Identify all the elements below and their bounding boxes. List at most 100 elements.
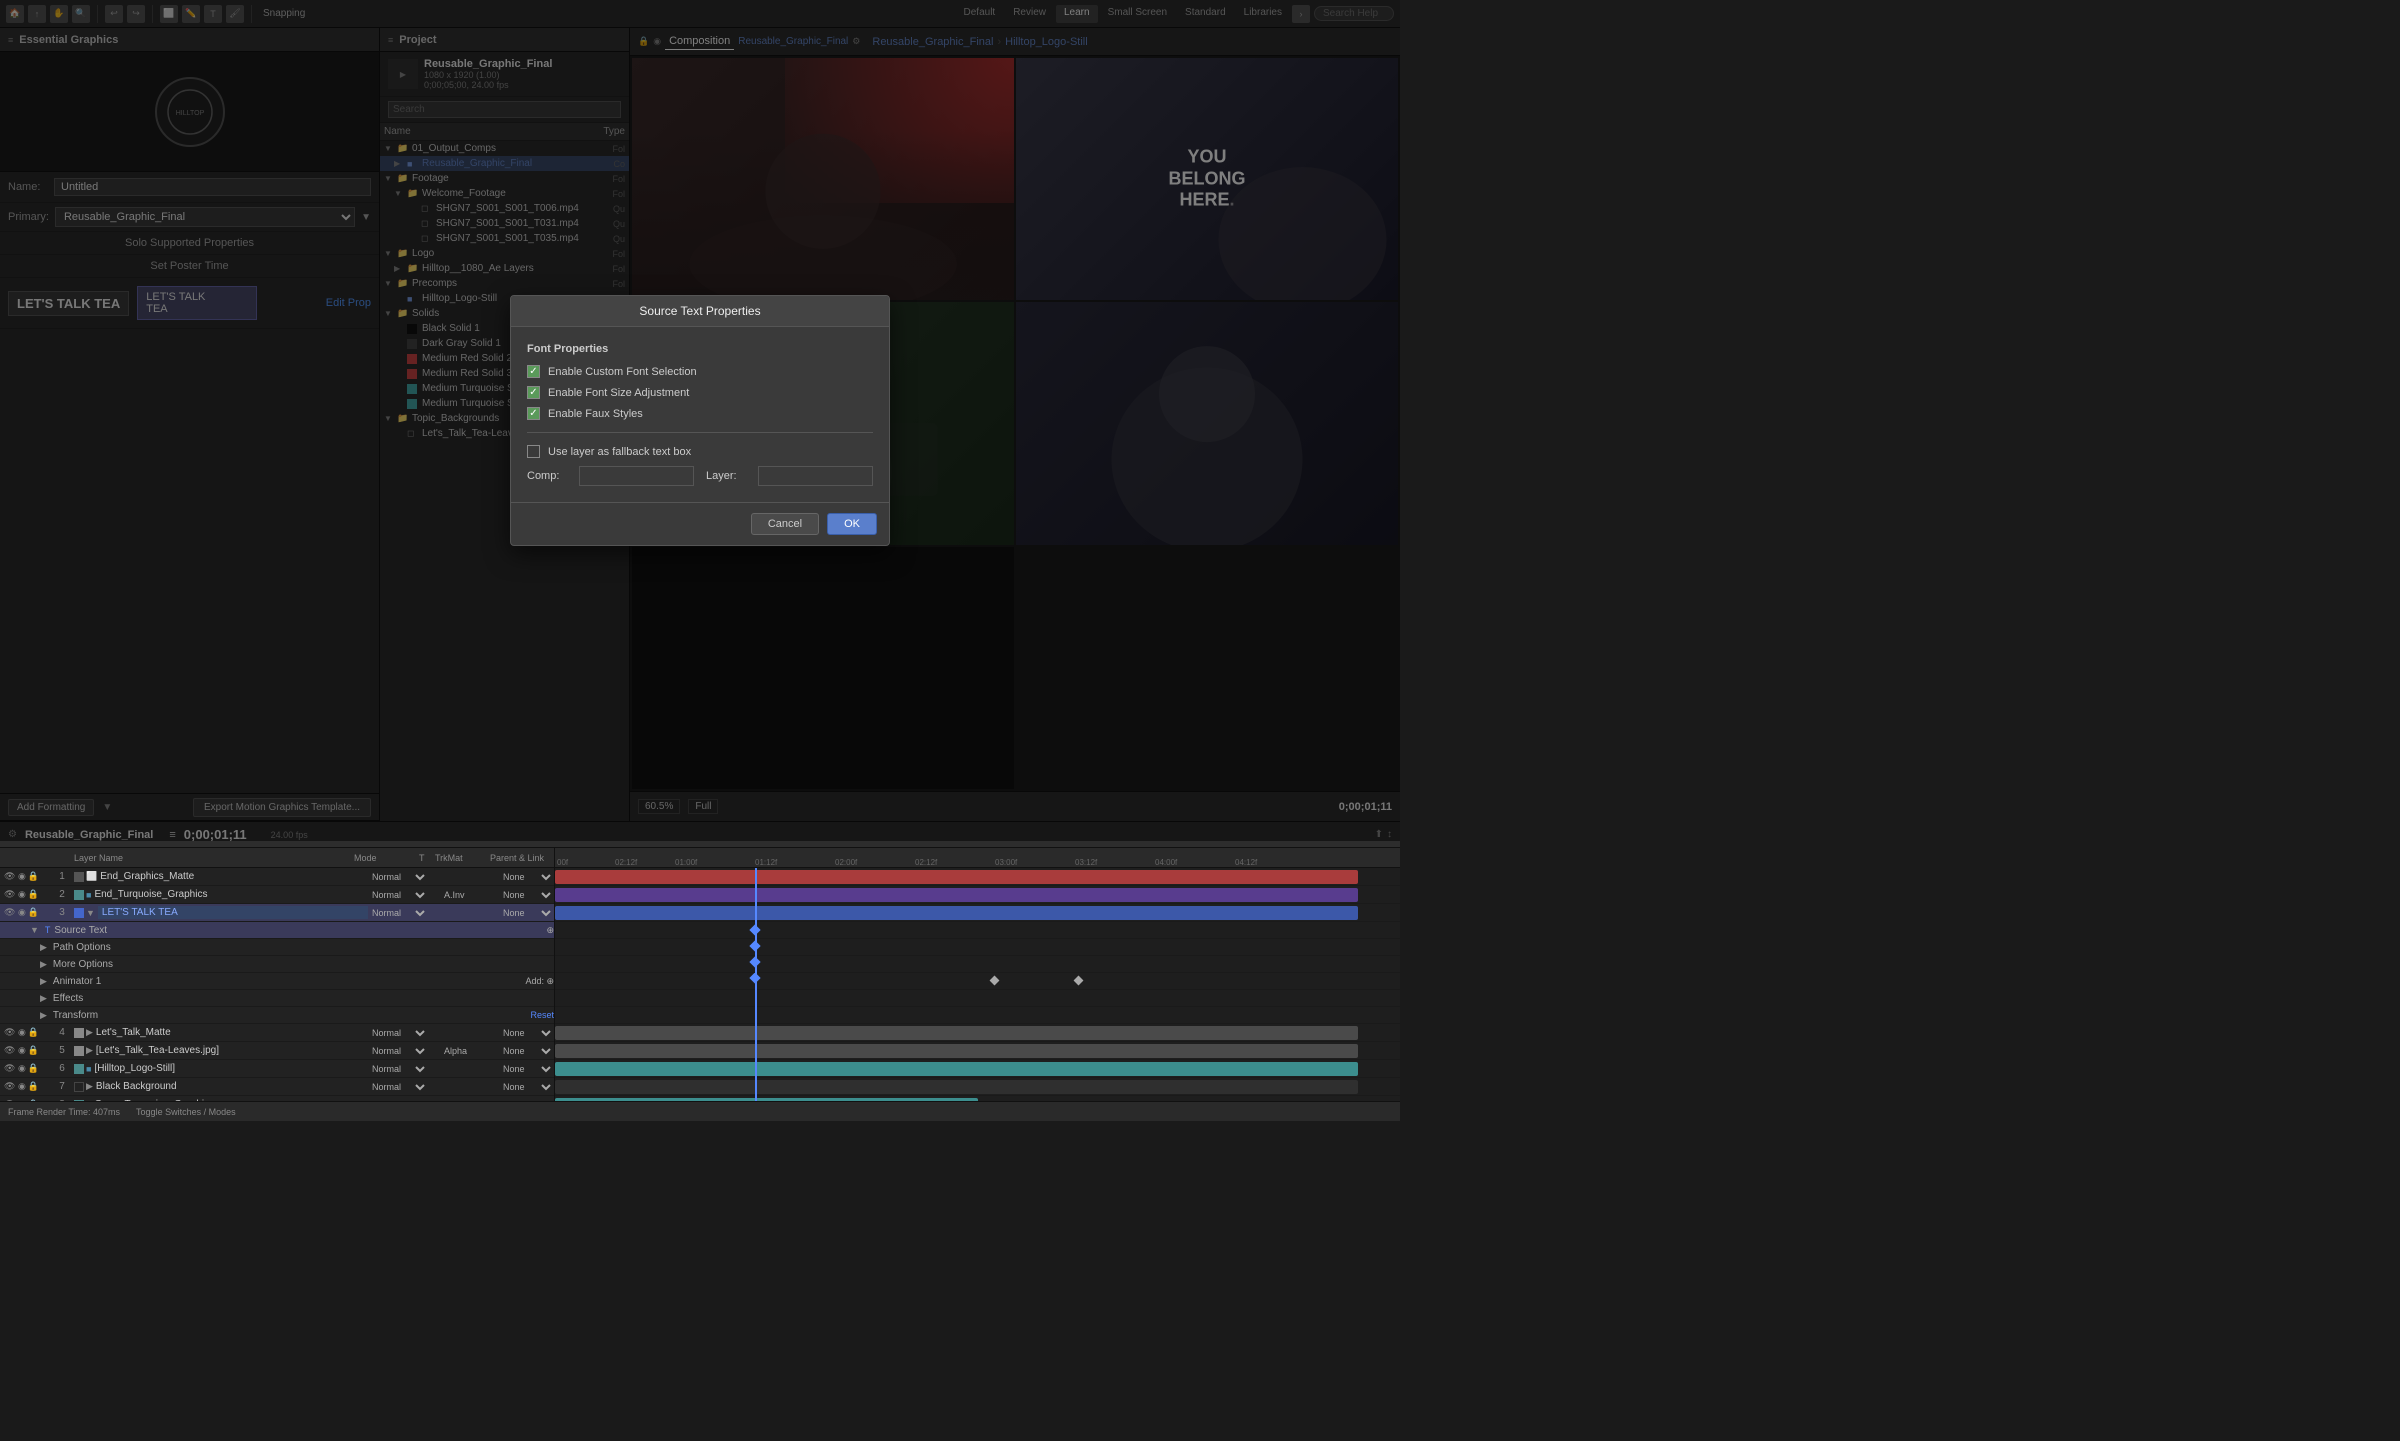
track-bar-5: [555, 1044, 1358, 1058]
solo-icon[interactable]: ◉: [18, 1081, 26, 1092]
add-animator-icon[interactable]: Add: ⊕: [525, 976, 554, 987]
lock-icon[interactable]: 🔒: [28, 1063, 39, 1074]
layer-3-text-sub[interactable]: ▼ T Source Text ⊕: [0, 922, 554, 939]
layer-num: 3: [52, 907, 72, 918]
solo-icon[interactable]: ◉: [18, 907, 26, 918]
layer-8-mode[interactable]: Normal: [368, 1099, 428, 1102]
visibility-icon[interactable]: 👁: [4, 1081, 16, 1093]
sub-arrow-icon: ▶: [40, 976, 47, 987]
checkbox-fallback[interactable]: [527, 445, 540, 458]
visibility-icon[interactable]: 👁: [4, 1045, 16, 1057]
track-row-3[interactable]: [555, 904, 1400, 922]
dialog-overlay: Source Text Properties Font Properties ✓…: [0, 0, 1400, 841]
layer-2-parent[interactable]: None: [499, 889, 554, 901]
dialog-cancel-btn[interactable]: Cancel: [751, 513, 819, 535]
layer-7-name: Black Background: [96, 1081, 368, 1092]
layer-3-transform-sub[interactable]: ▶ Transform Reset: [0, 1007, 554, 1024]
track-bar-8: [555, 1098, 978, 1101]
solo-icon[interactable]: ◉: [18, 1063, 26, 1074]
lock-icon[interactable]: 🔒: [28, 1099, 39, 1101]
track-row-7[interactable]: [555, 1078, 1400, 1096]
ruler-tick-3: 01:12f: [755, 858, 777, 867]
layer-4-mode[interactable]: Normal: [368, 1027, 428, 1039]
layer-5-parent[interactable]: None: [499, 1045, 554, 1057]
dialog-ok-btn[interactable]: OK: [827, 513, 877, 535]
layer-3-path-sub[interactable]: ▶ Path Options: [0, 939, 554, 956]
track-row-5[interactable]: [555, 1042, 1400, 1060]
sub-arrow-icon: ▶: [40, 1010, 47, 1021]
layer-4-parent[interactable]: None: [499, 1027, 554, 1039]
visibility-icon[interactable]: 👁: [4, 889, 16, 901]
track-row-1[interactable]: [555, 868, 1400, 886]
layer-trk-col-header: TrkMat: [435, 853, 490, 863]
track-row-4[interactable]: [555, 1024, 1400, 1042]
playhead[interactable]: [755, 868, 757, 1101]
solo-icon[interactable]: ◉: [18, 1099, 26, 1101]
layer-6-name: [Hilltop_Logo-Still]: [94, 1063, 368, 1074]
layer-5-mode[interactable]: Normal: [368, 1045, 428, 1057]
layer-7-mode[interactable]: Normal: [368, 1081, 428, 1093]
layer-8-name: Open_Turquoise_Graphics: [94, 1099, 368, 1101]
track-sub-more-options: [555, 956, 1400, 973]
dialog-footer: Cancel OK: [511, 502, 889, 545]
layer-3-mode[interactable]: Normal: [368, 907, 428, 919]
checkbox-row-3: ✓ Enable Faux Styles: [527, 407, 873, 420]
layer-row-2[interactable]: 👁 ◉ 🔒 2 ■ End_Turquoise_Graphics Normal …: [0, 886, 554, 904]
layer-num: 7: [52, 1081, 72, 1092]
visibility-icon[interactable]: 👁: [4, 871, 16, 883]
lock-icon[interactable]: 🔒: [28, 907, 39, 918]
lock-icon[interactable]: 🔒: [28, 1045, 39, 1056]
layer-3-animator-sub[interactable]: ▶ Animator 1 Add: ⊕: [0, 973, 554, 990]
checkbox-faux-styles[interactable]: ✓: [527, 407, 540, 420]
layer-6-mode[interactable]: Normal: [368, 1063, 428, 1075]
layer-1-mode[interactable]: Normal: [368, 871, 428, 883]
layer-6-parent[interactable]: None: [499, 1063, 554, 1075]
layer-8-parent[interactable]: None: [499, 1099, 554, 1102]
layer-row-7[interactable]: 👁 ◉ 🔒 7 ▶ Black Background Normal None: [0, 1078, 554, 1096]
layer-2-name: End_Turquoise_Graphics: [94, 889, 368, 900]
solo-icon[interactable]: ◉: [18, 1045, 26, 1056]
visibility-icon[interactable]: 👁: [4, 1099, 16, 1102]
layer-7-parent[interactable]: None: [499, 1081, 554, 1093]
layer-8-icons: 👁 ◉ 🔒: [0, 1099, 52, 1102]
transform-label: Transform: [53, 1010, 98, 1021]
layer-field-input[interactable]: [758, 466, 873, 486]
solo-icon[interactable]: ◉: [18, 871, 26, 882]
track-bar-6: [555, 1062, 1358, 1076]
visibility-icon[interactable]: 👁: [4, 1027, 16, 1039]
visibility-icon[interactable]: 👁: [4, 907, 16, 919]
layer-3-more-sub[interactable]: ▶ More Options: [0, 956, 554, 973]
checkbox-custom-font[interactable]: ✓: [527, 365, 540, 378]
visibility-icon[interactable]: 👁: [4, 1063, 16, 1075]
sub-arrow-icon: ▼: [30, 925, 39, 935]
lock-icon[interactable]: 🔒: [28, 871, 39, 882]
layer-row-4[interactable]: 👁 ◉ 🔒 4 ▶ Let's_Talk_Matte Normal None: [0, 1024, 554, 1042]
checkbox-row-2: ✓ Enable Font Size Adjustment: [527, 386, 873, 399]
checkbox-font-size[interactable]: ✓: [527, 386, 540, 399]
layer-3-effects-sub[interactable]: ▶ Effects: [0, 990, 554, 1007]
layer-type-icon: ▼: [86, 908, 95, 918]
layer-1-parent[interactable]: None: [499, 871, 554, 883]
layer-row-6[interactable]: 👁 ◉ 🔒 6 ■ [Hilltop_Logo-Still] Normal No…: [0, 1060, 554, 1078]
lock-icon[interactable]: 🔒: [28, 1027, 39, 1038]
checkbox-row-4: Use layer as fallback text box: [527, 445, 873, 458]
lock-icon[interactable]: 🔒: [28, 889, 39, 900]
layer-row-5[interactable]: 👁 ◉ 🔒 5 ▶ [Let's_Talk_Tea-Leaves.jpg] No…: [0, 1042, 554, 1060]
layer-6-icons: 👁 ◉ 🔒: [0, 1063, 52, 1075]
track-sub-effects: [555, 990, 1400, 1007]
solo-icon[interactable]: ◉: [18, 1027, 26, 1038]
checkbox-row-1: ✓ Enable Custom Font Selection: [527, 365, 873, 378]
source-text-add-icon[interactable]: ⊕: [546, 925, 554, 936]
track-row-2[interactable]: [555, 886, 1400, 904]
track-row-6[interactable]: [555, 1060, 1400, 1078]
layer-3-parent[interactable]: None: [499, 907, 554, 919]
solo-icon[interactable]: ◉: [18, 889, 26, 900]
layer-row-3[interactable]: 👁 ◉ 🔒 3 ▼ LET'S TALK TEA Normal None: [0, 904, 554, 922]
reset-btn[interactable]: Reset: [530, 1010, 554, 1020]
layer-row-1[interactable]: 👁 ◉ 🔒 1 ⬜ End_Graphics_Matte Normal None: [0, 868, 554, 886]
lock-icon[interactable]: 🔒: [28, 1081, 39, 1092]
comp-field-input[interactable]: [579, 466, 694, 486]
track-row-8[interactable]: [555, 1096, 1400, 1101]
layer-row-8[interactable]: 👁 ◉ 🔒 8 ■ Open_Turquoise_Graphics Normal…: [0, 1096, 554, 1101]
layer-2-mode[interactable]: Normal: [368, 889, 428, 901]
